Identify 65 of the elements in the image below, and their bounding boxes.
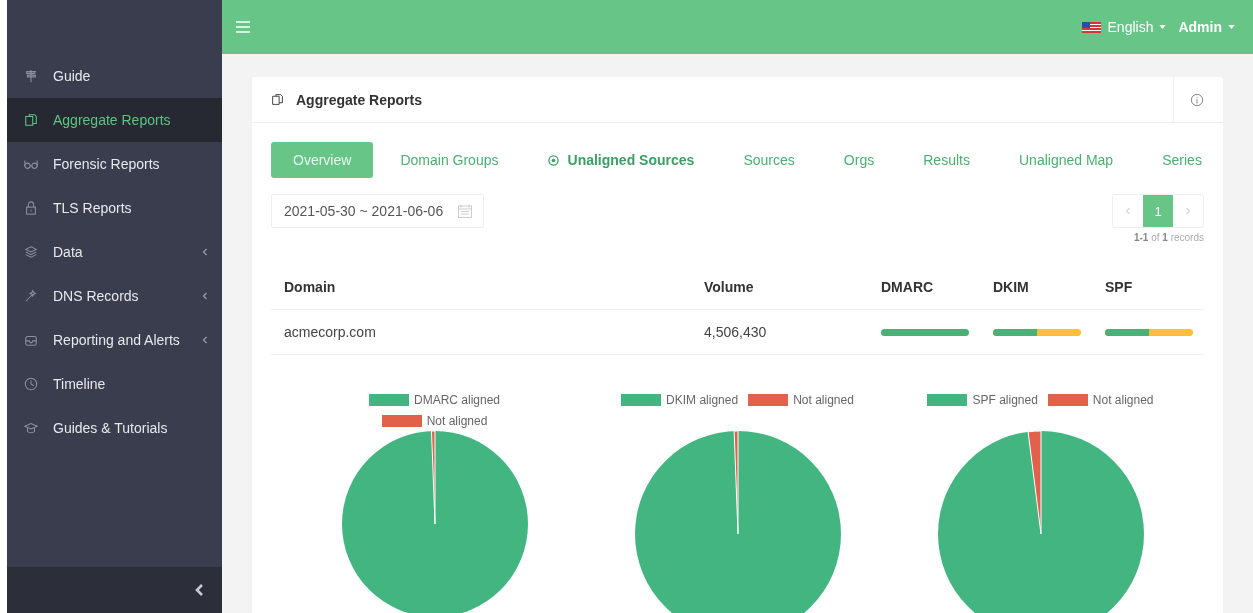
sidebar-item[interactable]: DNS Records — [7, 274, 222, 318]
date-range-field[interactable]: 2021-05-30 ~ 2021-06-06 — [271, 194, 485, 228]
records-count: 1-1 of 1 records — [1133, 232, 1204, 243]
chevron-left-icon — [202, 248, 208, 256]
legend-swatch — [748, 394, 789, 406]
sidebar-item[interactable]: Guides & Tutorials — [7, 406, 222, 450]
tab[interactable]: Unaligned Map — [997, 142, 1136, 178]
tab[interactable]: Orgs — [821, 142, 897, 178]
legend-swatch — [381, 415, 422, 427]
copy-icon — [24, 113, 38, 127]
menu-icon[interactable] — [236, 21, 250, 33]
column-header: SPF — [1105, 279, 1134, 295]
flag-icon — [1081, 21, 1101, 33]
radio-icon — [547, 154, 559, 166]
table-cell-text: acmecorp.com — [284, 324, 377, 340]
column-header: DMARC — [881, 279, 935, 295]
calendar-icon — [457, 203, 474, 219]
collapse-sidebar-button[interactable] — [7, 567, 222, 613]
column-header: Domain — [284, 279, 337, 295]
info-icon[interactable] — [1190, 92, 1204, 107]
caret-icon — [1228, 25, 1235, 29]
sidebar-item[interactable]: Reporting and Alerts — [7, 318, 222, 362]
tab[interactable]: Unaligned Sources — [525, 142, 717, 178]
legend-swatch — [621, 394, 662, 406]
legend-swatch — [1047, 394, 1088, 406]
tab[interactable]: Sources — [721, 142, 817, 178]
tab[interactable]: Overview — [271, 142, 374, 178]
sidebar-item[interactable]: Guide — [7, 54, 222, 98]
cap-icon — [24, 421, 38, 435]
chevron-left-icon — [194, 583, 204, 597]
chevron-right-icon — [1185, 207, 1191, 215]
legend-label: DKIM aligned — [666, 393, 739, 407]
legend-label: SPF aligned — [972, 393, 1038, 407]
caret-icon — [1159, 25, 1167, 29]
user-dropdown[interactable]: Admin — [1178, 19, 1235, 35]
sidebar-item[interactable]: Timeline — [7, 362, 222, 406]
clock-icon — [24, 377, 38, 391]
tab[interactable]: Results — [901, 142, 992, 178]
inbox-icon — [24, 333, 38, 347]
chevron-left-icon — [202, 336, 208, 344]
legend-label: Not aligned — [1092, 393, 1154, 407]
sidebar-item[interactable]: Forensic Reports — [7, 142, 222, 186]
chevron-left-icon — [1125, 207, 1131, 215]
legend-swatch — [927, 394, 968, 406]
table-cell-text: 4,506,430 — [704, 324, 768, 340]
chevron-left-icon — [202, 292, 208, 300]
legend-swatch — [368, 394, 409, 406]
legend-label: Not aligned — [426, 414, 488, 428]
tab[interactable]: Series — [1140, 142, 1204, 178]
column-header: Volume — [704, 279, 755, 295]
sidebar-item[interactable]: Aggregate Reports — [7, 98, 222, 142]
language-dropdown[interactable]: English — [1081, 19, 1167, 35]
signpost-icon — [24, 69, 38, 83]
legend-label: Not aligned — [793, 393, 854, 407]
sidebar-item[interactable]: Data — [7, 230, 222, 274]
legend-label: DMARC aligned — [413, 393, 500, 407]
tab[interactable]: Domain Groups — [378, 142, 521, 178]
wand-icon — [24, 289, 38, 303]
column-header: DKIM — [993, 279, 1030, 295]
card-title: Aggregate Reports — [296, 91, 423, 108]
sidebar-item[interactable]: TLS Reports — [7, 186, 222, 230]
lock-icon — [24, 201, 38, 215]
copy-icon — [271, 93, 284, 106]
layers-icon — [24, 245, 38, 259]
page-button[interactable]: 1 — [1143, 195, 1173, 227]
